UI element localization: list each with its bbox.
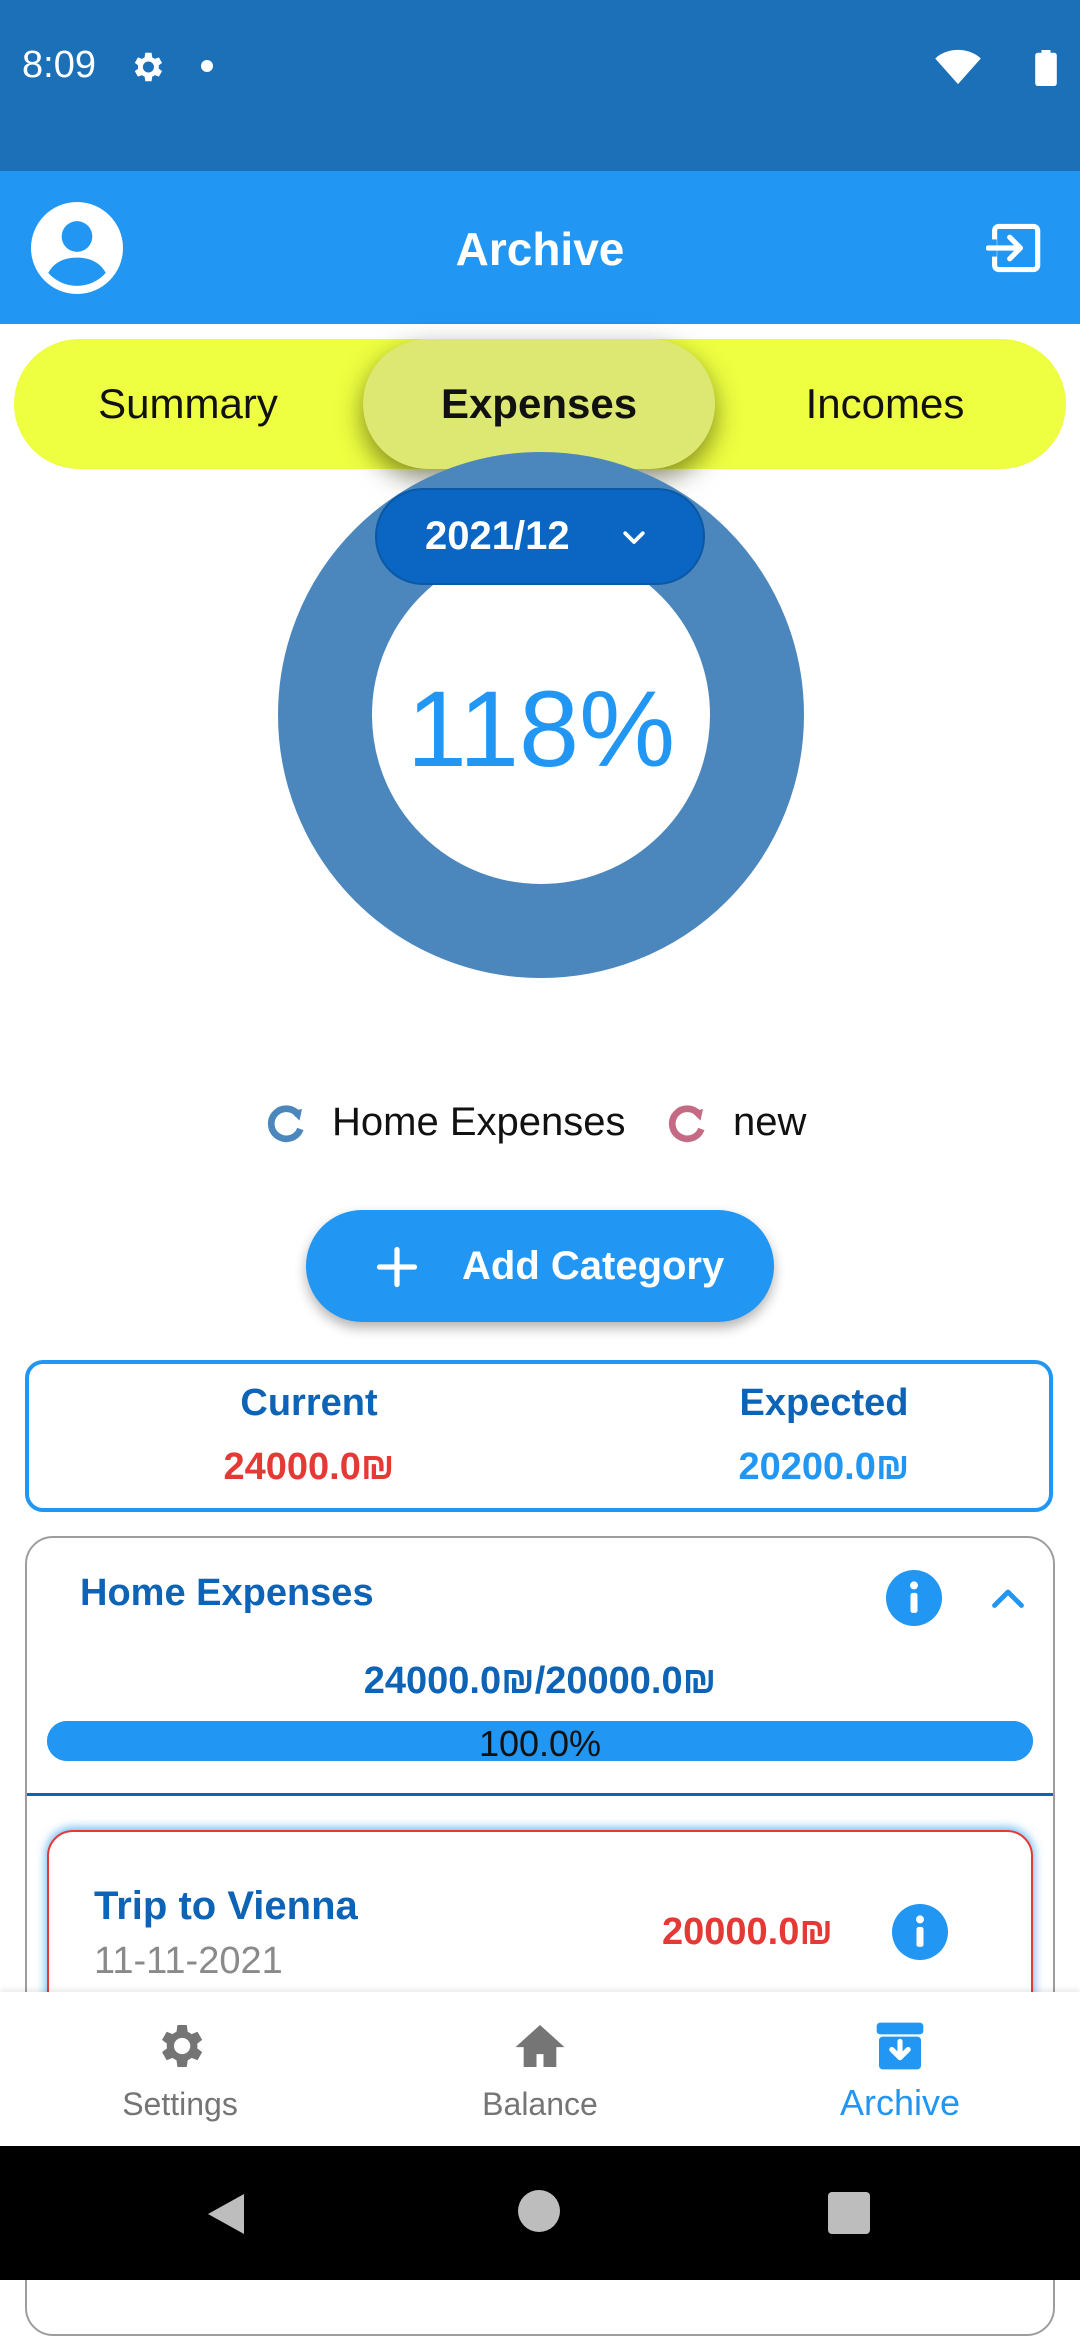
add-category-button[interactable]: Add Category [306, 1210, 774, 1322]
expense-item-date: 11-11-2021 [94, 1940, 283, 1982]
gear-icon [162, 2025, 203, 2067]
legend-label-new: new [733, 1100, 807, 1144]
home-button-icon[interactable] [518, 2190, 560, 2232]
tab-summary[interactable]: Summary [14, 339, 362, 469]
battery-icon [1035, 50, 1057, 86]
tab-incomes[interactable]: Incomes [711, 339, 1059, 469]
nav-settings[interactable]: Settings [0, 1992, 360, 2146]
category-divider [27, 1793, 1053, 1796]
info-icon[interactable] [892, 1904, 948, 1960]
expected-label: Expected [739, 1382, 909, 1424]
budget-percent: 118% [406, 668, 676, 789]
current-value: 24000.0₪ [223, 1446, 395, 1488]
logout-icon[interactable] [986, 222, 1042, 274]
info-icon[interactable] [886, 1570, 942, 1626]
month-selector[interactable]: 2021/12 [375, 488, 705, 585]
recents-icon[interactable] [828, 2192, 870, 2234]
expense-item-title: Trip to Vienna [94, 1884, 358, 1928]
page-title: Archive [455, 223, 625, 275]
legend-label-home-expenses: Home Expenses [332, 1100, 626, 1144]
nav-settings-label: Settings [122, 2086, 238, 2122]
chevron-down-icon [623, 531, 645, 544]
back-icon[interactable] [204, 2190, 248, 2238]
home-icon [515, 2025, 565, 2067]
settings-notification-icon [134, 52, 163, 82]
nav-archive[interactable]: Archive [720, 1992, 1080, 2146]
nav-balance-label: Balance [482, 2086, 598, 2122]
status-time: 8:09 [22, 44, 96, 86]
expense-item-amount: 20000.0₪ [662, 1911, 833, 1953]
totals-card: Current 24000.0₪ Expected 20200.0₪ [25, 1360, 1053, 1512]
nav-archive-label: Archive [839, 2082, 961, 2123]
plus-icon [376, 1246, 418, 1288]
category-amounts: 24000.0₪/20000.0₪ [363, 1660, 717, 1702]
expected-value: 20200.0₪ [738, 1446, 910, 1488]
month-selector-label: 2021/12 [425, 514, 570, 558]
category-title[interactable]: Home Expenses [80, 1572, 374, 1615]
category-progress-text: 100.0% [478, 1723, 602, 1764]
nav-balance[interactable]: Balance [360, 1992, 720, 2146]
current-label: Current [240, 1382, 378, 1424]
donut-legend-icon [267, 1105, 304, 1143]
donut-legend-icon [668, 1105, 705, 1143]
add-category-label: Add Category [462, 1244, 725, 1288]
tab-expenses[interactable]: Expenses [363, 339, 715, 469]
notification-dot-icon [201, 60, 213, 72]
archive-icon [876, 2022, 924, 2070]
wifi-icon [935, 49, 981, 85]
chevron-up-icon[interactable] [990, 1584, 1026, 1612]
bottom-navigation: Settings Balance Archive [0, 1992, 1080, 2146]
